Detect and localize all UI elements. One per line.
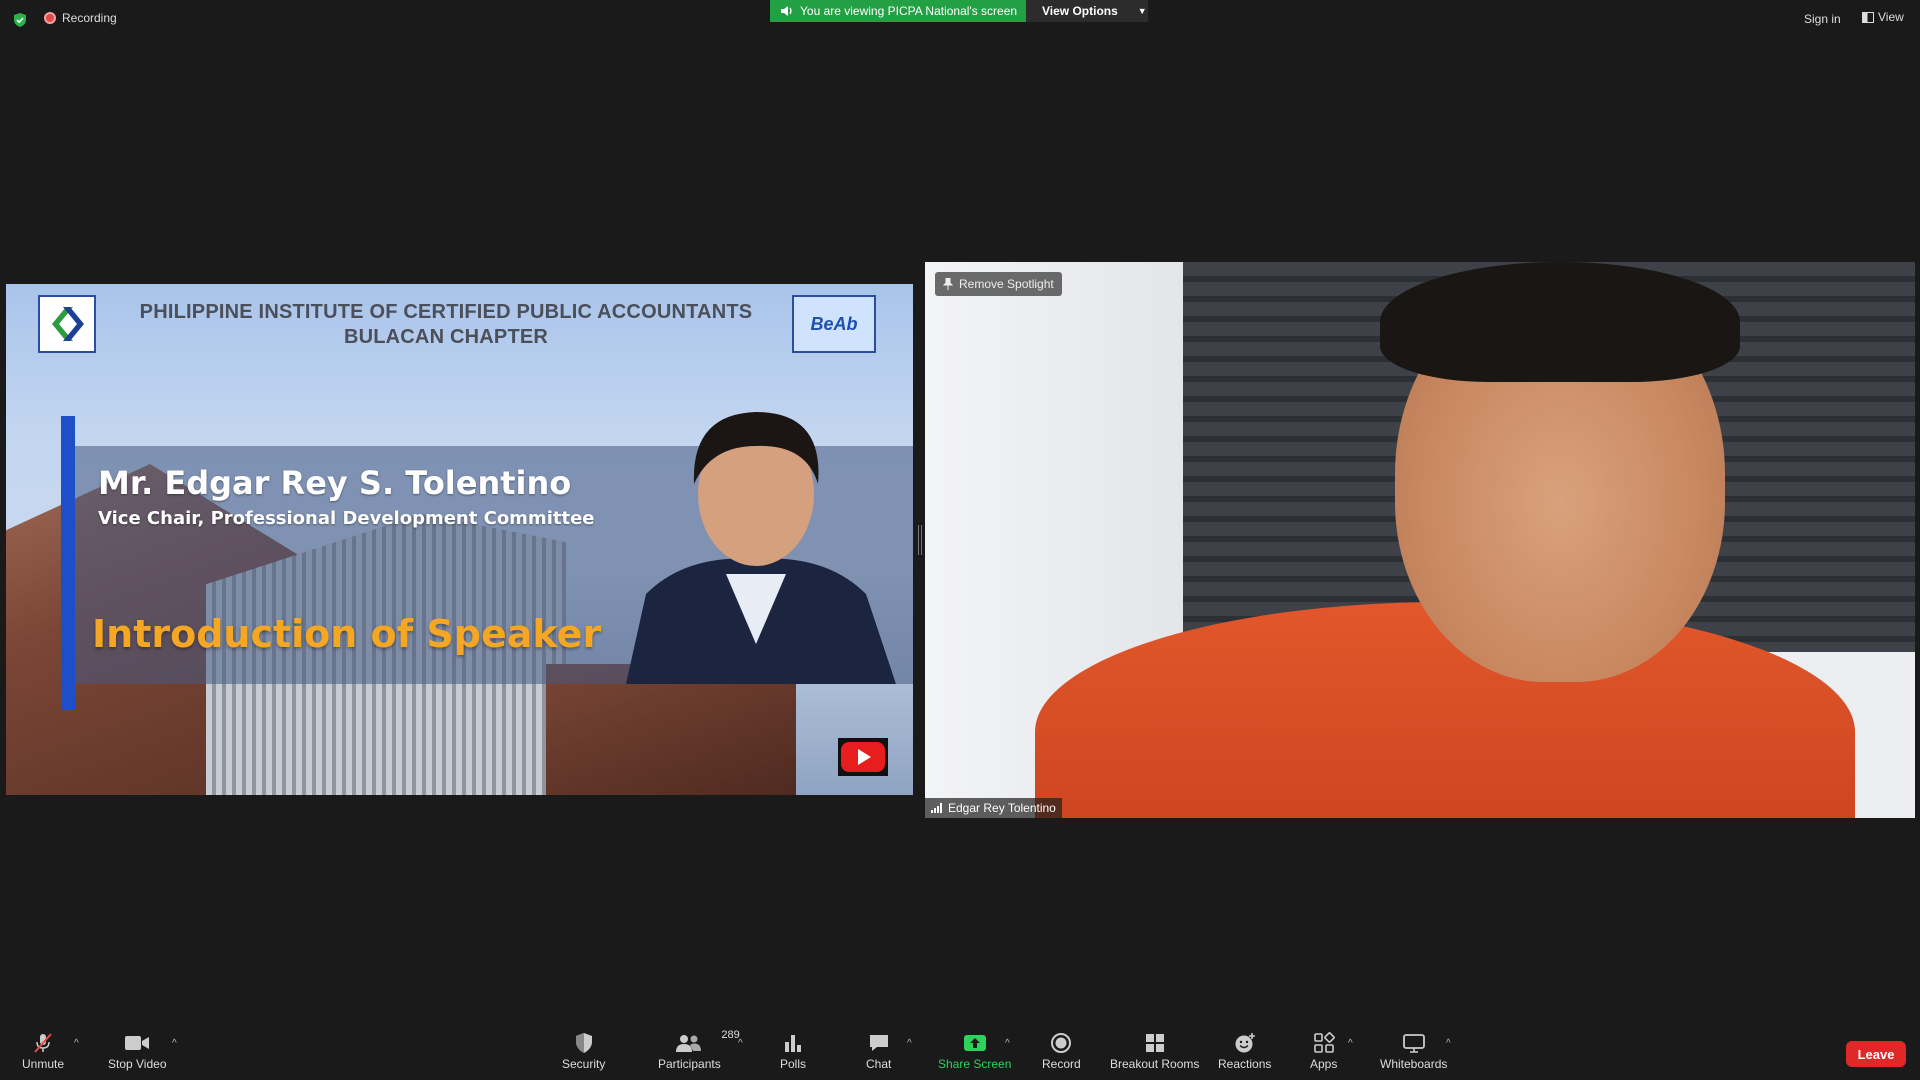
speaker-name: Mr. Edgar Rey S. Tolentino [98, 464, 572, 502]
record-label: Record [1042, 1057, 1081, 1071]
chat-button[interactable]: Chat [866, 1032, 891, 1071]
participants-count: 289 [721, 1029, 740, 1041]
unmute-label: Unmute [22, 1057, 65, 1071]
view-options-label: View Options [1042, 4, 1118, 18]
share-options-chevron-icon[interactable]: ^ [1005, 1038, 1010, 1049]
viewing-banner-text: You are viewing PICPA National's screen [800, 4, 1018, 18]
chat-options-chevron-icon[interactable]: ^ [907, 1038, 912, 1049]
recording-indicator[interactable]: Recording [44, 11, 117, 25]
share-screen-button[interactable]: Share Screen [938, 1032, 1011, 1071]
record-icon [1051, 1033, 1072, 1053]
whiteboards-label: Whiteboards [1380, 1057, 1448, 1071]
participants-icon [676, 1035, 702, 1052]
speaker-volume-icon [781, 6, 792, 16]
chapter-logo-text: BeAb [810, 313, 858, 334]
picpa-chevron-logo-icon [52, 307, 84, 341]
participants-button[interactable]: 289 Participants [658, 1029, 740, 1071]
share-screen-label: Share Screen [938, 1057, 1012, 1071]
participants-label: Participants [658, 1057, 721, 1071]
polls-label: Polls [780, 1057, 807, 1071]
remove-spotlight-button[interactable]: Remove Spotlight [935, 272, 1062, 296]
recording-dot-icon [44, 12, 56, 24]
organization-title: PHILIPPINE INSTITUTE OF CERTIFIED PUBLIC… [106, 300, 786, 350]
participant-name-tag: Edgar Rey Tolentino [925, 798, 1062, 818]
apps-label: Apps [1310, 1057, 1338, 1071]
security-button[interactable]: Security [562, 1032, 605, 1071]
breakout-rooms-button[interactable]: Breakout Rooms [1110, 1032, 1199, 1071]
chapter-name: BULACAN CHAPTER [343, 326, 549, 348]
stop-video-label: Stop Video [108, 1057, 167, 1071]
participants-options-chevron-icon[interactable]: ^ [738, 1038, 743, 1049]
chevron-down-icon: ▼ [1137, 6, 1147, 16]
sign-in-button[interactable]: Sign in [1800, 10, 1845, 28]
speaker-portrait-image [626, 412, 896, 684]
share-screen-arrow-icon [963, 1035, 986, 1051]
reactions-smiley-icon [1235, 1033, 1255, 1053]
muted-microphone-icon [34, 1033, 52, 1053]
video-camera-icon [125, 1036, 150, 1050]
chapter-logo: BeAb [792, 295, 876, 353]
view-layout-icon [1862, 11, 1874, 23]
participant-video-tile[interactable]: Remove Spotlight Edgar Rey Tolentino [925, 262, 1915, 818]
polls-chart-icon [785, 1035, 801, 1052]
picpa-logo [38, 295, 96, 353]
top-bar: Recording You are viewing PICPA National… [0, 0, 1920, 40]
youtube-logo [838, 738, 888, 776]
chat-bubble-icon [869, 1035, 888, 1051]
recording-label: Recording [62, 11, 117, 25]
introduction-heading: Introduction of Speaker [92, 612, 602, 656]
resize-splitter-handle[interactable] [918, 525, 922, 555]
youtube-play-icon [841, 742, 885, 772]
video-options-chevron-icon[interactable]: ^ [172, 1038, 177, 1049]
whiteboards-options-chevron-icon[interactable]: ^ [1446, 1038, 1451, 1049]
reactions-button[interactable]: Reactions [1218, 1032, 1271, 1071]
slide-accent-bar [61, 416, 75, 710]
audio-options-chevron-icon[interactable]: ^ [74, 1038, 79, 1049]
shared-screen-slide: PHILIPPINE INSTITUTE OF CERTIFIED PUBLIC… [6, 284, 913, 795]
security-label: Security [562, 1057, 606, 1071]
apps-icon [1313, 1032, 1335, 1053]
record-button[interactable]: Record [1042, 1032, 1081, 1071]
view-button[interactable]: View [1862, 10, 1904, 24]
stop-video-button[interactable]: Stop Video [108, 1032, 167, 1071]
apps-options-chevron-icon[interactable]: ^ [1348, 1038, 1353, 1049]
breakout-rooms-label: Breakout Rooms [1110, 1057, 1200, 1071]
leave-button[interactable]: Leave [1846, 1041, 1906, 1067]
zoom-meeting-window: Recording You are viewing PICPA National… [0, 0, 1920, 1080]
pin-icon [943, 278, 953, 290]
security-shield-toolbar-icon [575, 1033, 592, 1053]
apps-button[interactable]: Apps [1310, 1032, 1337, 1071]
whiteboards-button[interactable]: Whiteboards [1380, 1032, 1447, 1071]
signal-strength-icon [931, 803, 942, 813]
speaker-role: Vice Chair, Professional Development Com… [98, 508, 595, 529]
whiteboard-icon [1402, 1034, 1425, 1053]
meeting-toolbar: Unmute ^ Stop Video ^ Security 289 Parti… [0, 1020, 1920, 1080]
participant-hair [1380, 262, 1740, 382]
polls-button[interactable]: Polls [780, 1032, 806, 1071]
view-label: View [1878, 10, 1904, 24]
remove-spotlight-label: Remove Spotlight [959, 277, 1054, 291]
view-options-button[interactable]: View Options ▼ [1026, 0, 1148, 22]
security-shield-icon[interactable] [12, 12, 28, 28]
chat-label: Chat [866, 1057, 892, 1071]
reactions-label: Reactions [1218, 1057, 1272, 1071]
breakout-rooms-grid-icon [1145, 1034, 1164, 1052]
organization-name: PHILIPPINE INSTITUTE OF CERTIFIED PUBLIC… [139, 301, 753, 323]
unmute-button[interactable]: Unmute [22, 1032, 64, 1071]
viewing-screen-banner: You are viewing PICPA National's screen [770, 0, 1026, 22]
participant-name: Edgar Rey Tolentino [948, 801, 1056, 815]
